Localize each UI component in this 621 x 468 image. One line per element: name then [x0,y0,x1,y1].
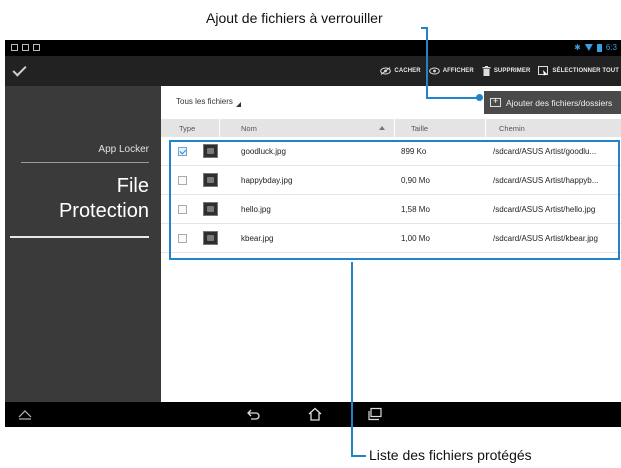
keyboard-hide-icon[interactable] [17,407,33,421]
screenshot-icon [11,44,18,51]
image-thumbnail-icon [203,173,218,187]
callout-line [351,455,366,457]
done-check-button[interactable] [11,62,29,80]
file-list-panel: Tous les fichiers Ajouter des fichiers/d… [161,86,621,402]
row-checkbox[interactable] [178,147,187,156]
select-all-label: SÉLECTIONNER TOUT [552,68,619,74]
wifi-icon [584,44,593,51]
hide-button[interactable]: CACHER [380,67,421,75]
row-checkbox[interactable] [178,205,187,214]
navigation-bar [5,402,621,427]
column-divider [485,119,486,137]
file-size: 1,58 Mo [401,205,430,214]
callout-line [421,27,428,29]
header-path[interactable]: Chemin [499,124,525,133]
add-files-icon [490,96,501,107]
file-path: /sdcard/ASUS Artist/kbear.jpg [493,234,598,243]
image-thumbnail-icon [203,144,218,158]
table-row[interactable]: goodluck.jpg 899 Ko /sdcard/ASUS Artist/… [161,137,621,166]
file-name: kbear.jpg [241,234,274,243]
select-all-icon [538,66,549,76]
recent-apps-icon[interactable] [367,407,383,421]
file-path: /sdcard/ASUS Artist/hello.jpg [493,205,596,214]
table-row[interactable]: kbear.jpg 1,00 Mo /sdcard/ASUS Artist/kb… [161,224,621,253]
show-button[interactable]: AFFICHER [428,67,474,75]
image-thumbnail-icon [203,231,218,245]
file-name: happybday.jpg [241,176,293,185]
callout-add-files: Ajout de fichiers à verrouiller [206,10,383,26]
notification-icons [11,44,40,51]
delete-button[interactable]: SUPPRIMER [482,66,531,76]
home-icon[interactable] [307,407,323,421]
file-table-body: goodluck.jpg 899 Ko /sdcard/ASUS Artist/… [161,137,621,253]
file-protection-title: File Protection [59,174,149,224]
delete-label: SUPPRIMER [493,68,531,74]
sort-ascending-icon[interactable] [379,126,385,130]
callout-line [351,262,353,457]
hide-icon [380,67,392,75]
status-time: 6:3 [605,43,617,52]
action-buttons: CACHER AFFICHER SUPPRIMER SÉLECTIONNER T… [380,56,621,86]
dropdown-caret-icon [235,102,241,107]
file-icon [33,44,40,51]
title-line-1: File [116,175,149,197]
file-size: 899 Ko [401,147,427,156]
image-thumbnail-icon [203,202,218,216]
back-icon[interactable] [245,407,261,421]
sidebar: App Locker File Protection [5,86,161,402]
header-name[interactable]: Nom [241,124,257,133]
add-files-label: Ajouter des fichiers/dossiers [506,97,613,108]
row-checkbox[interactable] [178,234,187,243]
table-row[interactable]: happybday.jpg 0,90 Mo /sdcard/ASUS Artis… [161,166,621,195]
filter-label: Tous les fichiers [176,97,233,106]
hide-label: CACHER [394,68,421,74]
show-label: AFFICHER [442,68,474,74]
sidebar-divider [21,162,149,163]
add-files-button[interactable]: Ajouter des fichiers/dossiers [484,91,621,114]
action-bar: CACHER AFFICHER SUPPRIMER SÉLECTIONNER T… [5,56,621,86]
battery-icon [596,43,602,52]
trash-icon [482,66,491,76]
bluetooth-icon: ✱ [574,43,581,52]
file-name: hello.jpg [241,205,271,214]
select-all-button[interactable]: SÉLECTIONNER TOUT [538,66,619,76]
file-size: 1,00 Mo [401,234,430,243]
file-path: /sdcard/ASUS Artist/goodlu... [493,147,597,156]
header-size[interactable]: Taille [411,124,428,133]
file-name: goodluck.jpg [241,147,286,156]
file-size: 0,90 Mo [401,176,430,185]
callout-dot [476,94,483,101]
system-tray: ✱ 6:3 [574,43,617,52]
gallery-icon [22,44,29,51]
file-path: /sdcard/ASUS Artist/happyb... [493,176,599,185]
table-header: Type Nom Taille Chemin [161,119,621,137]
file-filter-dropdown[interactable]: Tous les fichiers [176,97,241,107]
callout-line [426,27,428,99]
column-divider [219,119,220,137]
status-bar: ✱ 6:3 [5,40,621,56]
callout-protected-list: Liste des fichiers protégés [369,447,532,463]
tablet-screen: ✱ 6:3 CACHER AFFICHER SUPPRIMER SÉLECTIO… [5,40,621,427]
column-divider [394,119,395,137]
title-line-2: Protection [58,200,149,222]
header-type[interactable]: Type [179,124,195,133]
app-locker-label[interactable]: App Locker [98,144,149,155]
sidebar-selected-indicator [10,236,149,238]
row-checkbox[interactable] [178,176,187,185]
table-row[interactable]: hello.jpg 1,58 Mo /sdcard/ASUS Artist/he… [161,195,621,224]
callout-line [426,97,480,99]
show-icon [428,67,440,75]
